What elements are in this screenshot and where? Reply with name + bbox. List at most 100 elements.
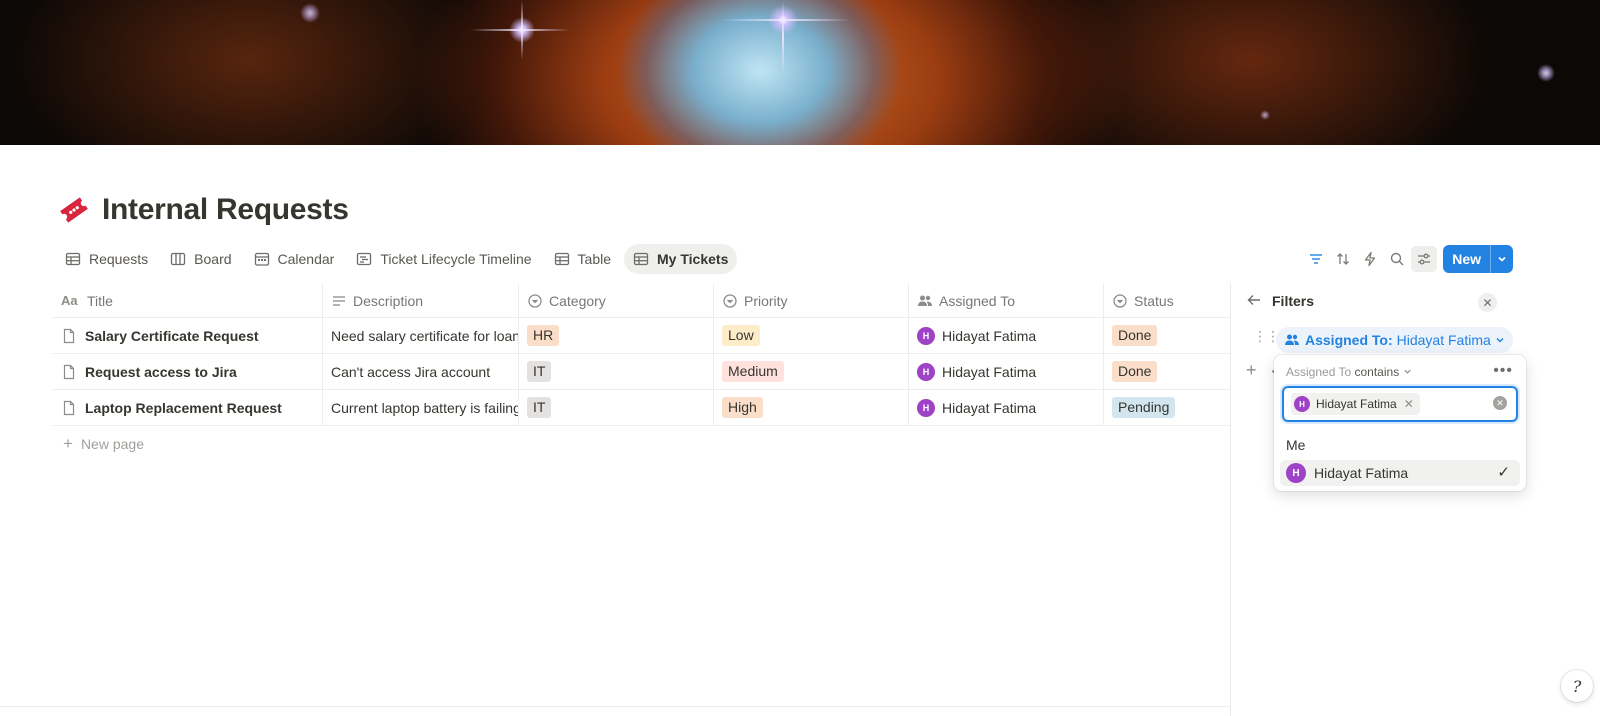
view-toolbar: New [1302, 245, 1513, 273]
status-cell[interactable]: Pending [1104, 390, 1231, 425]
ticket-icon[interactable] [56, 192, 92, 228]
filter-condition[interactable]: Assigned To contains [1286, 365, 1412, 379]
star-flare [720, 19, 850, 21]
sort-icon[interactable] [1330, 246, 1356, 272]
column-header-status[interactable]: Status [1104, 284, 1231, 317]
tab-table[interactable]: Table [545, 244, 620, 274]
star-flare [782, 0, 784, 75]
priority-cell[interactable]: High [714, 390, 909, 425]
table-row[interactable]: Laptop Replacement Request Current lapto… [53, 390, 1231, 426]
filter-icon[interactable] [1303, 246, 1329, 272]
column-header-description[interactable]: Description [323, 284, 519, 317]
table-row[interactable]: Salary Certificate Request Need salary c… [53, 318, 1231, 354]
new-button[interactable]: New [1443, 245, 1513, 273]
assigned-cell[interactable]: H Hidayat Fatima [909, 390, 1104, 425]
filter-chip-value: Hidayat Fatima [1396, 332, 1491, 348]
board-icon [170, 251, 186, 267]
column-label: Category [549, 292, 606, 309]
priority-tag: Medium [722, 361, 784, 382]
description-cell[interactable]: Need salary certificate for loan a [323, 318, 519, 353]
filters-panel-header: Filters [1246, 292, 1476, 310]
assigned-cell[interactable]: H Hidayat Fatima [909, 318, 1104, 353]
tab-calendar[interactable]: Calendar [245, 244, 344, 274]
category-tag: HR [527, 325, 560, 346]
row-title: Salary Certificate Request [85, 327, 259, 344]
close-icon[interactable]: ✕ [1478, 293, 1497, 312]
tab-label: Calendar [277, 251, 335, 267]
row-description: Current laptop battery is failing [331, 399, 519, 416]
automation-icon[interactable] [1357, 246, 1383, 272]
more-options-icon[interactable]: ••• [1493, 362, 1513, 380]
chevron-down-icon [1496, 337, 1504, 343]
people-icon [1284, 332, 1300, 348]
tab-my-tickets[interactable]: My Tickets [624, 244, 738, 274]
star-flare [521, 0, 523, 60]
column-header-priority[interactable]: Priority [714, 284, 909, 317]
filter-value-input[interactable]: H Hidayat Fatima ✕ ✕ [1282, 386, 1518, 422]
table-row[interactable]: Request access to Jira Can't access Jira… [53, 354, 1231, 390]
column-header-assigned-to[interactable]: Assigned To [909, 284, 1104, 317]
person-option[interactable]: H Hidayat Fatima ✓ [1280, 460, 1520, 486]
search-icon[interactable] [1384, 246, 1410, 272]
status-cell[interactable]: Done [1104, 318, 1231, 353]
assignee-name: Hidayat Fatima [942, 327, 1037, 344]
token-label: Hidayat Fatima [1316, 397, 1397, 411]
star [300, 3, 320, 23]
category-cell[interactable]: IT [519, 390, 714, 425]
cover-image [0, 0, 1600, 145]
settings-icon[interactable] [1411, 246, 1438, 272]
remove-token-icon[interactable]: ✕ [1404, 397, 1414, 411]
page-title[interactable]: Internal Requests [102, 193, 349, 227]
column-label: Status [1134, 292, 1174, 309]
tab-label: Table [577, 251, 612, 267]
new-button-label[interactable]: New [1443, 245, 1490, 273]
add-filter-icon[interactable]: + [1246, 360, 1257, 381]
divider [0, 706, 1230, 707]
assignee-name: Hidayat Fatima [942, 363, 1037, 380]
title-cell[interactable]: Laptop Replacement Request [53, 390, 323, 425]
page-header: Internal Requests [56, 192, 349, 228]
title-cell[interactable]: Salary Certificate Request [53, 318, 323, 353]
tab-board[interactable]: Board [161, 244, 240, 274]
table-icon [633, 251, 649, 267]
select-icon [1112, 293, 1128, 309]
panel-divider [1230, 283, 1231, 716]
status-badge: Pending [1112, 397, 1176, 418]
timeline-icon [356, 251, 372, 267]
status-cell[interactable]: Done [1104, 354, 1231, 389]
star [1537, 64, 1555, 82]
row-title: Laptop Replacement Request [85, 399, 282, 416]
help-button[interactable]: ? [1561, 670, 1593, 702]
category-cell[interactable]: HR [519, 318, 714, 353]
new-page-button[interactable]: + New page [53, 426, 1231, 461]
tab-label: My Tickets [657, 251, 729, 267]
category-cell[interactable]: IT [519, 354, 714, 389]
page-icon [61, 400, 77, 416]
condition-property: Assigned To [1286, 365, 1352, 379]
tab-label: Requests [89, 251, 149, 267]
description-cell[interactable]: Current laptop battery is failing [323, 390, 519, 425]
category-tag: IT [527, 397, 552, 418]
table-icon [554, 251, 570, 267]
assigned-cell[interactable]: H Hidayat Fatima [909, 354, 1104, 389]
column-label: Priority [744, 292, 788, 309]
chevron-down-icon[interactable] [1490, 245, 1513, 273]
condition-operator[interactable]: contains [1355, 365, 1400, 379]
tab-ticket-lifecycle-timeline[interactable]: Ticket Lifecycle Timeline [347, 244, 540, 274]
avatar: H [917, 398, 935, 417]
priority-cell[interactable]: Low [714, 318, 909, 353]
page-icon [61, 364, 77, 380]
filter-chip-assigned-to[interactable]: Assigned To: Hidayat Fatima [1276, 327, 1513, 353]
priority-cell[interactable]: Medium [714, 354, 909, 389]
tab-requests[interactable]: Requests [56, 244, 157, 274]
drag-handle-icon[interactable]: ⋮⋮ [1253, 329, 1280, 343]
title-cell[interactable]: Request access to Jira [53, 354, 323, 389]
column-header-title[interactable]: Aa Title [53, 284, 323, 317]
clear-icon[interactable]: ✕ [1493, 396, 1507, 410]
view-tabs: Requests Board Calendar Ticket Lifecycle… [56, 244, 741, 274]
database-table: Aa Title Description Category Priority A… [53, 284, 1231, 461]
column-header-category[interactable]: Category [519, 284, 714, 317]
arrow-left-icon[interactable] [1246, 292, 1264, 310]
description-cell[interactable]: Can't access Jira account [323, 354, 519, 389]
lines-icon [331, 293, 347, 309]
